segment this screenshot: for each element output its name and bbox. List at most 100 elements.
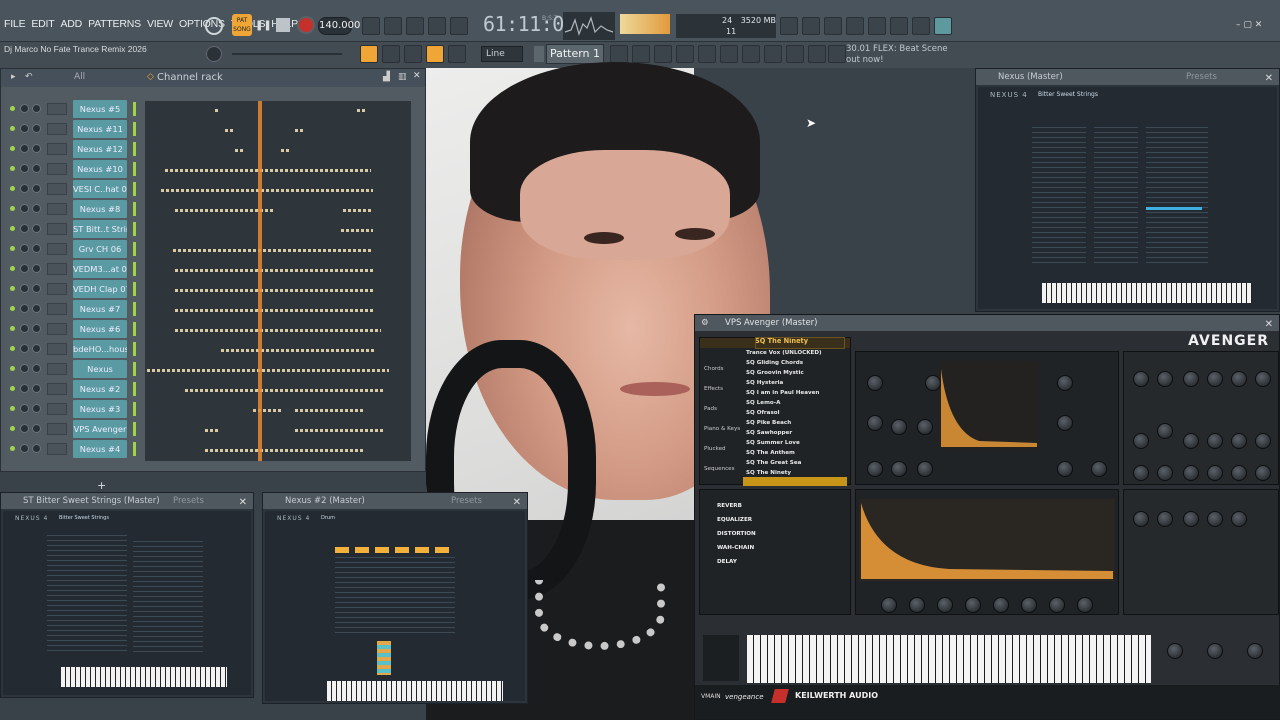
channel-pan-knob[interactable] [20,224,29,233]
channel-mixer-track[interactable] [47,383,67,395]
channel-volume-knob[interactable] [32,244,41,253]
synth-knob[interactable] [1207,643,1223,659]
countdown-icon[interactable] [406,17,424,35]
channel-mute-led[interactable] [10,186,15,191]
channel-select-indicator[interactable] [133,162,136,176]
channel-name-button[interactable]: Nexus #4 [73,440,127,458]
close-icon[interactable]: ✕ [239,495,247,511]
channel-name-button[interactable]: VEDM3...at 075 [73,260,127,278]
nexus-master-presets[interactable]: Presets [1186,69,1217,85]
synth-knob[interactable] [1255,465,1271,481]
channel-name-button[interactable]: Nexus #8 [73,200,127,218]
channel-mute-led[interactable] [10,206,15,211]
avenger-preset-browser[interactable]: Trance Vox (UNLOCKED) SQ Gliding Chords SQ… [699,337,851,486]
channel-mixer-track[interactable] [47,263,67,275]
pitch-mod-wheels[interactable] [703,635,739,681]
channel-volume-knob[interactable] [32,364,41,373]
channel-mute-led[interactable] [10,146,15,151]
stamp-icon[interactable] [448,45,466,63]
channel-pan-knob[interactable] [20,264,29,273]
channel-filter[interactable]: All [74,72,85,82]
channel-mute-led[interactable] [10,446,15,451]
synth-knob[interactable] [1133,371,1149,387]
save-icon[interactable] [868,17,886,35]
channel-name-button[interactable]: ST Bitt..t Strings [73,220,127,238]
preset-item[interactable]: SQ The Ninety [746,470,791,476]
channel-select-indicator[interactable] [133,202,136,216]
channel-pan-knob[interactable] [20,364,29,373]
channel-name-button[interactable]: Nexus #12 [73,140,127,158]
channel-volume-knob[interactable] [32,224,41,233]
synth-knob[interactable] [1021,597,1037,613]
channel-select-indicator[interactable] [133,402,136,416]
stop-button[interactable] [276,18,290,32]
synth-knob[interactable] [881,597,897,613]
synth-knob[interactable] [993,597,1009,613]
close-icon[interactable]: ✕ [513,495,521,511]
avenger-keyboard[interactable] [747,635,1151,683]
channel-select-indicator[interactable] [133,242,136,256]
tempo-display[interactable]: 140.000 [318,17,360,35]
synth-knob[interactable] [891,419,907,435]
nexus-preset-list[interactable] [1146,127,1208,267]
channel-mixer-track[interactable] [47,103,67,115]
menu-view[interactable]: VIEW [147,18,173,30]
synth-knob[interactable] [1049,597,1065,613]
steps-icon[interactable]: ▥ [398,72,407,82]
channel-mixer-track[interactable] [47,143,67,155]
st-bitter-presets[interactable]: Presets [173,493,204,509]
nexus2-keyboard[interactable] [327,681,503,701]
channel-volume-knob[interactable] [32,324,41,333]
channel-rack-header[interactable]: ▸ ↶ All ◇ Channel rack ▟ ▥ ✕ [1,69,425,87]
channel-pan-knob[interactable] [20,384,29,393]
channel-name-button[interactable]: VESI C..hat 024 [73,180,127,198]
channel-name-button[interactable]: Nexus #11 [73,120,127,138]
st-bitter-list-b[interactable] [133,541,203,655]
channel-mixer-track[interactable] [47,243,67,255]
news-hint[interactable]: 30.01 FLEX: Beat Scene out now! [846,44,956,66]
fx-slot[interactable]: DISTORTION [717,531,756,537]
synth-knob[interactable] [1183,371,1199,387]
synth-knob[interactable] [1167,643,1183,659]
fx-slot[interactable]: REVERB [717,503,742,509]
pat-song-toggle[interactable]: PAT SONG [232,14,252,36]
mixer-view-icon[interactable] [698,45,716,63]
nexus2-mixer[interactable] [335,557,455,637]
power-icon[interactable] [205,17,223,35]
synth-knob[interactable] [1183,465,1199,481]
channel-select-indicator[interactable] [133,282,136,296]
channel-pan-knob[interactable] [20,344,29,353]
step-edit-icon[interactable] [428,17,446,35]
channel-volume-knob[interactable] [32,144,41,153]
preset-item[interactable]: SQ Hysteria [746,380,783,386]
cart-icon[interactable] [828,45,846,63]
channel-mute-led[interactable] [10,306,15,311]
channel-volume-knob[interactable] [32,444,41,453]
channel-mixer-track[interactable] [47,283,67,295]
channel-pan-knob[interactable] [20,124,29,133]
metronome-icon[interactable] [362,17,380,35]
fx-slot[interactable]: EQUALIZER [717,517,752,523]
channel-mixer-track[interactable] [47,183,67,195]
channel-mute-led[interactable] [10,246,15,251]
envelope-graph[interactable] [939,361,1039,449]
channel-pan-knob[interactable] [20,144,29,153]
channel-mixer-track[interactable] [47,223,67,235]
channel-volume-knob[interactable] [32,304,41,313]
channel-mixer-track[interactable] [47,403,67,415]
channel-name-button[interactable]: Nexus #2 [73,380,127,398]
synth-knob[interactable] [1133,465,1149,481]
close-icon[interactable]: ✕ [1265,317,1273,333]
channel-pan-knob[interactable] [20,244,29,253]
undo-history-icon[interactable]: ↶ [25,72,33,82]
piano-roll-icon[interactable] [654,45,672,63]
channel-select-indicator[interactable] [133,322,136,336]
synth-knob[interactable] [867,415,883,431]
synth-knob[interactable] [1231,371,1247,387]
menu-patterns[interactable]: PATTERNS [88,18,141,30]
close-icon[interactable]: ✕ [1265,71,1273,87]
chat-icon[interactable] [912,17,930,35]
wait-icon[interactable] [384,17,402,35]
channel-select-indicator[interactable] [133,302,136,316]
snap-select[interactable]: Line [481,46,523,62]
